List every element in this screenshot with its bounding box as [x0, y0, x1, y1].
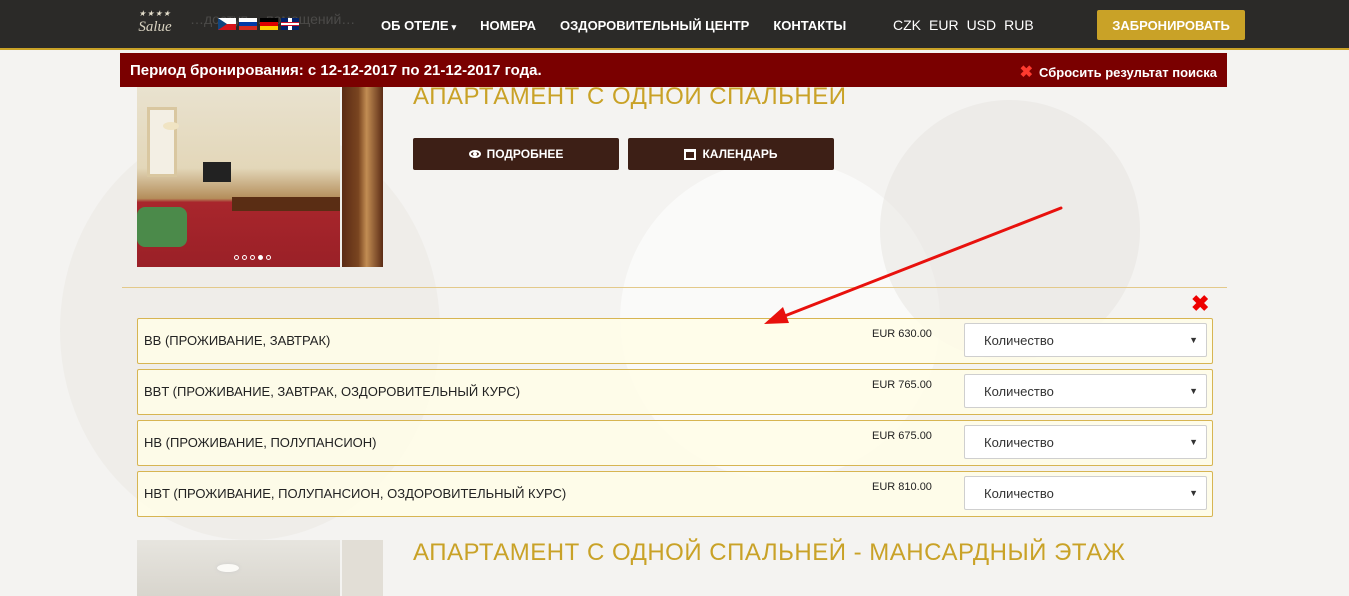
- chevron-down-icon: ▼: [1189, 488, 1198, 498]
- rate-name: HBT (ПРОЖИВАНИЕ, ПОЛУПАНСИОН, ОЗДОРОВИТЕ…: [144, 486, 567, 501]
- slider-dot[interactable]: [234, 255, 239, 260]
- nav-item-about[interactable]: ОБ ОТЕЛЕ ▾: [381, 18, 456, 33]
- room-photo: [137, 540, 340, 596]
- quantity-placeholder: Количество: [984, 384, 1054, 399]
- room-photo-next: [342, 540, 383, 596]
- eye-icon: [468, 150, 481, 158]
- rate-row: BBT (ПРОЖИВАНИЕ, ЗАВТРАК, ОЗДОРОВИТЕЛЬНЫ…: [137, 369, 1213, 415]
- nav-item-label: ОЗДОРОВИТЕЛЬНЫЙ ЦЕНТР: [560, 17, 750, 33]
- slider-dot[interactable]: [266, 255, 271, 260]
- currency-usd[interactable]: USD: [967, 17, 997, 33]
- rate-name: HB (ПРОЖИВАНИЕ, ПОЛУПАНСИОН): [144, 435, 377, 450]
- flag-gb-icon[interactable]: [281, 18, 299, 30]
- quantity-placeholder: Количество: [984, 435, 1054, 450]
- booking-period-bar: Период бронирования: с 12-12-2017 по 21-…: [120, 53, 1227, 87]
- room-photo-slider[interactable]: [137, 540, 383, 596]
- room-photo-next: [342, 87, 383, 267]
- slider-dots: [234, 255, 271, 260]
- calendar-icon: [684, 148, 697, 160]
- flag-de-icon[interactable]: [260, 18, 278, 30]
- reset-search-link[interactable]: ✖ Сбросить результат поиска: [1020, 62, 1217, 82]
- site-header: ★★★★ Salue …доступ… помещений… ОБ ОТЕЛЕ▾…: [0, 0, 1349, 50]
- calendar-button-label: КАЛЕНДАРЬ: [702, 147, 778, 161]
- currency-czk[interactable]: CZK: [893, 17, 921, 33]
- nav-item-contacts[interactable]: КОНТАКТЫ: [773, 18, 846, 33]
- rate-price: EUR 810.00: [872, 481, 932, 493]
- currency-eur[interactable]: EUR: [929, 17, 959, 33]
- room-photo: [137, 87, 340, 267]
- quantity-placeholder: Количество: [984, 486, 1054, 501]
- main-nav: ОБ ОТЕЛЕ ▾ НОМЕРА ОЗДОРОВИТЕЛЬНЫЙ ЦЕНТР К…: [381, 0, 870, 50]
- room-title[interactable]: АПАРТАМЕНТ С ОДНОЙ СПАЛЬНЕЙ: [413, 83, 846, 111]
- nav-item-label: ОБ ОТЕЛЕ: [381, 17, 449, 33]
- logo-text: Salue: [138, 19, 172, 35]
- chevron-down-icon: ▼: [1189, 437, 1198, 447]
- nav-item-wellness[interactable]: ОЗДОРОВИТЕЛЬНЫЙ ЦЕНТР: [560, 18, 749, 33]
- quantity-placeholder: Количество: [984, 333, 1054, 348]
- currency-switcher: CZK EUR USD RUB: [893, 0, 1034, 50]
- room-title[interactable]: АПАРТАМЕНТ С ОДНОЙ СПАЛЬНЕЙ - МАНСАРДНЫЙ…: [413, 539, 1125, 567]
- rate-row: BB (ПРОЖИВАНИЕ, ЗАВТРАК) EUR 630.00 Коли…: [137, 318, 1213, 364]
- currency-rub[interactable]: RUB: [1004, 17, 1034, 33]
- details-button[interactable]: ПОДРОБНЕЕ: [413, 138, 619, 170]
- chevron-down-icon: ▼: [1189, 386, 1198, 396]
- flag-ru-icon[interactable]: [239, 18, 257, 30]
- rate-name: BB (ПРОЖИВАНИЕ, ЗАВТРАК): [144, 333, 331, 348]
- quantity-select[interactable]: Количество ▼: [964, 476, 1207, 510]
- section-divider: [122, 287, 1227, 288]
- logo-stars: ★★★★: [138, 9, 172, 18]
- rate-price: EUR 630.00: [872, 328, 932, 340]
- rate-price: EUR 675.00: [872, 430, 932, 442]
- rate-name: BBT (ПРОЖИВАНИЕ, ЗАВТРАК, ОЗДОРОВИТЕЛЬНЫ…: [144, 384, 521, 399]
- booking-period-text: Период бронирования: с 12-12-2017 по 21-…: [130, 62, 542, 79]
- quantity-select[interactable]: Количество ▼: [964, 374, 1207, 408]
- nav-item-rooms[interactable]: НОМЕРА: [480, 18, 536, 33]
- slider-dot-active[interactable]: [258, 255, 263, 260]
- rate-row: HB (ПРОЖИВАНИЕ, ПОЛУПАНСИОН) EUR 675.00 …: [137, 420, 1213, 466]
- remove-icon[interactable]: ✖: [1191, 291, 1209, 317]
- slider-dot[interactable]: [242, 255, 247, 260]
- close-icon: ✖: [1019, 64, 1034, 81]
- nav-item-label: КОНТАКТЫ: [773, 17, 847, 33]
- book-button[interactable]: ЗАБРОНИРОВАТЬ: [1097, 10, 1245, 40]
- rate-price: EUR 765.00: [872, 379, 932, 391]
- flag-cz-icon[interactable]: [218, 18, 236, 30]
- language-flags: [218, 18, 299, 30]
- chevron-down-icon: ▾: [451, 21, 457, 32]
- hotel-logo[interactable]: ★★★★ Salue: [124, 10, 186, 40]
- reset-search-label: Сбросить результат поиска: [1039, 65, 1217, 80]
- chevron-down-icon: ▼: [1189, 335, 1198, 345]
- details-button-label: ПОДРОБНЕЕ: [486, 147, 564, 161]
- slider-dot[interactable]: [250, 255, 255, 260]
- room-photo-slider[interactable]: [137, 87, 383, 267]
- calendar-button[interactable]: КАЛЕНДАРЬ: [628, 138, 834, 170]
- quantity-select[interactable]: Количество ▼: [964, 425, 1207, 459]
- nav-item-label: НОМЕРА: [480, 17, 537, 33]
- quantity-select[interactable]: Количество ▼: [964, 323, 1207, 357]
- rate-row: HBT (ПРОЖИВАНИЕ, ПОЛУПАНСИОН, ОЗДОРОВИТЕ…: [137, 471, 1213, 517]
